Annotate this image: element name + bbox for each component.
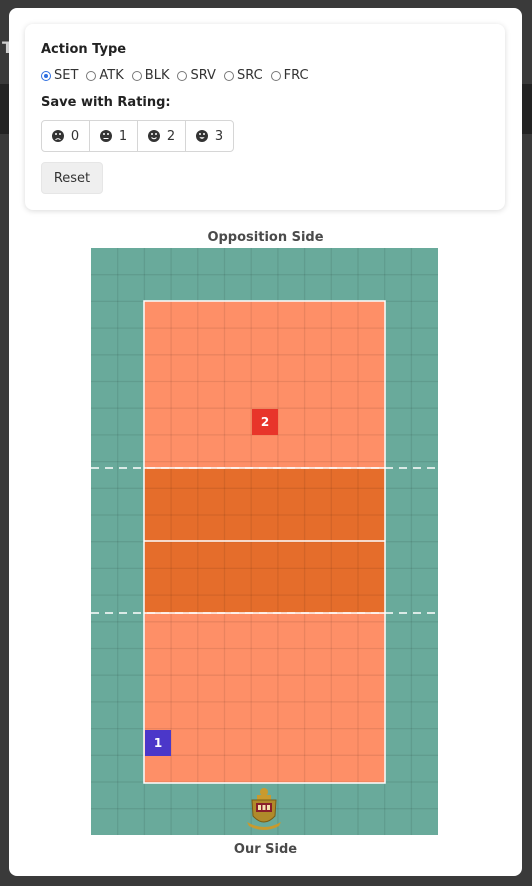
grin-icon <box>195 130 208 142</box>
player-marker-opposition[interactable]: 2 <box>252 409 278 435</box>
rating-button-0[interactable]: 0 <box>42 121 90 151</box>
our-side-label: Our Side <box>233 842 298 857</box>
reset-button[interactable]: Reset <box>41 162 103 194</box>
team-crest-logo <box>247 788 281 830</box>
action-radio-src[interactable]: SRC <box>223 68 263 83</box>
action-radio-srv[interactable]: SRV <box>177 68 216 83</box>
action-modal: Action Type SET ATK BLK SRV SRC FRC Save… <box>9 8 522 876</box>
action-radio-blk[interactable]: BLK <box>131 68 169 83</box>
radio-indicator[interactable] <box>223 70 234 81</box>
opposition-side-label: Opposition Side <box>207 230 324 245</box>
rating-button-2[interactable]: 2 <box>138 121 186 151</box>
volleyball-court[interactable]: 2 1 <box>91 248 438 835</box>
rating-button-group: 0 1 2 3 <box>41 120 234 152</box>
smile-icon <box>147 130 160 142</box>
player-marker-our[interactable]: 1 <box>145 730 171 756</box>
rating-button-3[interactable]: 3 <box>186 121 233 151</box>
frown-icon <box>51 130 64 142</box>
radio-indicator[interactable] <box>270 70 281 81</box>
action-controls-card: Action Type SET ATK BLK SRV SRC FRC Save… <box>25 24 505 210</box>
neutral-face-icon <box>99 130 112 142</box>
radio-indicator[interactable] <box>86 70 97 81</box>
action-radio-set[interactable]: SET <box>41 68 78 83</box>
court-canvas[interactable] <box>91 248 438 835</box>
action-radio-frc[interactable]: FRC <box>270 68 309 83</box>
action-type-label: Action Type <box>41 42 127 57</box>
action-radio-atk[interactable]: ATK <box>86 68 124 83</box>
rating-button-1[interactable]: 1 <box>90 121 138 151</box>
save-rating-label: Save with Rating: <box>41 95 171 110</box>
radio-indicator[interactable] <box>131 70 142 81</box>
radio-indicator[interactable] <box>177 70 188 81</box>
our-back-zone <box>144 613 385 783</box>
radio-indicator[interactable] <box>41 70 51 81</box>
opposition-back-zone <box>144 301 385 468</box>
action-type-radio-group: SET ATK BLK SRV SRC FRC <box>41 68 489 83</box>
